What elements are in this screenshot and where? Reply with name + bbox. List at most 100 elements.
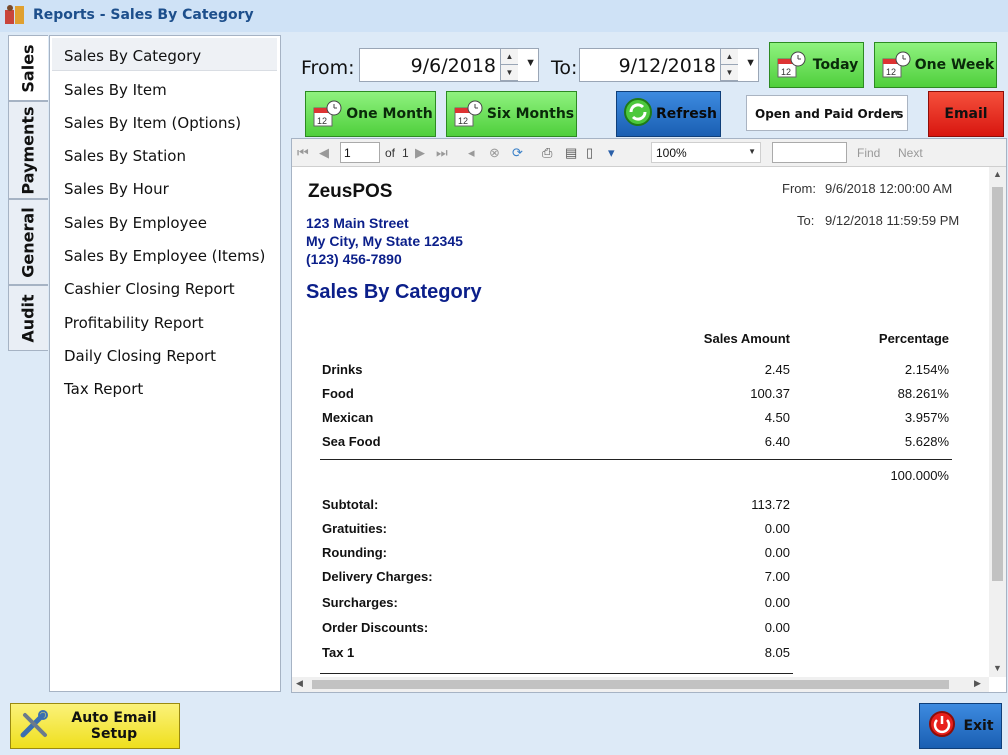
order-filter-value: Open and Paid Orders xyxy=(755,107,904,121)
page-number-value: 1 xyxy=(344,146,351,160)
sidebar-item-profitability[interactable]: Profitability Report xyxy=(64,314,204,332)
email-label: Email xyxy=(944,106,988,122)
exit-button[interactable]: Exit xyxy=(919,703,1002,749)
row-percent: 2.154% xyxy=(904,362,949,377)
report-to-value: 9/12/2018 11:59:59 PM xyxy=(825,213,960,228)
chevron-down-icon[interactable]: ▼ xyxy=(745,57,756,69)
next-link[interactable]: Next xyxy=(898,146,923,160)
find-link[interactable]: Find xyxy=(857,146,880,160)
sidebar-item-sales-by-category[interactable]: Sales By Category xyxy=(64,47,201,65)
six-months-label: Six Months xyxy=(486,106,575,122)
refresh-label: Refresh xyxy=(655,106,718,122)
auto-email-setup-label: Auto Email Setup xyxy=(71,710,157,742)
one-week-label: One Week xyxy=(914,57,995,73)
from-label: From: xyxy=(301,57,355,79)
report-toolbar: ⏮ ◀ 1 of 1 ▶ ⏭ ◂ ⊗ ⟳ ⎙ ▤ ▯ ▾ 100% ▼ Find… xyxy=(292,139,1006,167)
chevron-down-icon[interactable]: ▼ xyxy=(993,663,1002,673)
sidebar-item-sales-by-station[interactable]: Sales By Station xyxy=(64,147,186,165)
calendar-clock-icon: 12 xyxy=(881,51,913,79)
tab-label: Sales xyxy=(19,43,38,93)
six-months-button[interactable]: 12 Six Months xyxy=(446,91,577,137)
summary-value: 113.72 xyxy=(751,497,790,512)
tab-audit[interactable]: Audit xyxy=(8,285,48,351)
today-button[interactable]: 12 Today xyxy=(769,42,864,88)
from-date-value: 9/6/2018 xyxy=(410,55,496,77)
summary-value: 0.00 xyxy=(764,620,790,635)
calendar-clock-icon: 12 xyxy=(312,100,344,128)
tab-payments[interactable]: Payments xyxy=(8,101,48,199)
prev-page-icon[interactable]: ◀ xyxy=(319,145,329,161)
summary-value: 8.05 xyxy=(764,645,790,660)
one-month-button[interactable]: 12 One Month xyxy=(305,91,436,137)
sidebar-item-sales-by-item[interactable]: Sales By Item xyxy=(64,81,167,99)
sidebar-item-sales-by-employee-items[interactable]: Sales By Employee (Items) xyxy=(64,247,265,265)
chevron-down-icon: ▼ xyxy=(892,108,901,118)
first-page-icon[interactable]: ⏮ xyxy=(297,145,309,161)
scrollbar-thumb[interactable] xyxy=(992,187,1003,581)
row-percent: 88.261% xyxy=(897,386,949,401)
last-page-icon[interactable]: ⏭ xyxy=(436,145,448,161)
chevron-right-icon[interactable]: ▶ xyxy=(974,678,981,689)
chevron-down-icon[interactable]: ▼ xyxy=(525,57,536,69)
refresh-icon xyxy=(623,97,653,132)
row-amount: 4.50 xyxy=(764,410,790,425)
sidebar-item-sales-by-item-options[interactable]: Sales By Item (Options) xyxy=(64,114,241,132)
row-name: Food xyxy=(322,386,354,401)
row-percent: 5.628% xyxy=(904,434,949,449)
order-filter-select[interactable]: Open and Paid Orders ▼ xyxy=(746,95,908,131)
summary-label: Delivery Charges: xyxy=(322,569,433,584)
exit-label: Exit xyxy=(963,718,994,734)
summary-label: Tax 1 xyxy=(322,645,355,660)
from-date-spinner[interactable]: ▲ ▼ xyxy=(500,49,518,81)
tab-sales[interactable]: Sales xyxy=(8,35,48,101)
page-total: 1 xyxy=(402,146,409,160)
zoom-select[interactable]: 100% ▼ xyxy=(651,142,761,163)
horizontal-scrollbar[interactable]: ◀ ▶ xyxy=(292,677,989,692)
tools-icon xyxy=(19,709,49,744)
app-logo-icon xyxy=(4,4,26,26)
print-layout-icon[interactable]: ▯ xyxy=(586,145,593,161)
chevron-left-icon[interactable]: ◀ xyxy=(296,678,303,689)
chevron-up-icon[interactable]: ▲ xyxy=(993,169,1002,179)
back-icon[interactable]: ◂ xyxy=(468,145,475,161)
company-phone: (123) 456-7890 xyxy=(306,251,402,267)
sidebar-item-sales-by-hour[interactable]: Sales By Hour xyxy=(64,180,169,198)
scrollbar-thumb[interactable] xyxy=(312,680,949,689)
to-label: To: xyxy=(551,57,578,79)
from-date-picker[interactable]: 9/6/2018 ▲ ▼ ▼ xyxy=(359,48,539,82)
find-input[interactable] xyxy=(772,142,847,163)
vertical-scrollbar[interactable]: ▲ ▼ xyxy=(989,167,1006,677)
one-week-button[interactable]: 12 One Week xyxy=(874,42,997,88)
refresh-button[interactable]: Refresh xyxy=(616,91,721,137)
to-date-picker[interactable]: 9/12/2018 ▲ ▼ ▼ xyxy=(579,48,759,82)
sidebar-item-cashier-closing[interactable]: Cashier Closing Report xyxy=(64,280,235,298)
page-setup-icon[interactable]: ▤ xyxy=(565,145,577,161)
stop-icon[interactable]: ⊗ xyxy=(489,145,500,161)
auto-email-setup-button[interactable]: Auto Email Setup xyxy=(10,703,180,749)
zoom-value: 100% xyxy=(656,146,687,160)
report-from-value: 9/6/2018 12:00:00 AM xyxy=(825,181,953,196)
export-icon[interactable]: ▾ xyxy=(608,145,615,161)
page-number-input[interactable]: 1 xyxy=(340,142,380,163)
svg-text:12: 12 xyxy=(886,67,896,77)
next-page-icon[interactable]: ▶ xyxy=(415,145,425,161)
today-label: Today xyxy=(812,57,859,73)
sidebar-item-tax-report[interactable]: Tax Report xyxy=(64,380,143,398)
company-address2: My City, My State 12345 xyxy=(306,233,463,249)
print-icon[interactable]: ⎙ xyxy=(542,145,552,161)
row-amount: 2.45 xyxy=(764,362,790,377)
refresh-icon[interactable]: ⟳ xyxy=(512,145,523,161)
sidebar-item-sales-by-employee[interactable]: Sales By Employee xyxy=(64,214,207,232)
report-to-label: To: xyxy=(797,213,815,228)
email-button[interactable]: Email xyxy=(928,91,1004,137)
calendar-clock-icon: 12 xyxy=(776,51,808,79)
sidebar-item-daily-closing[interactable]: Daily Closing Report xyxy=(64,347,216,365)
svg-text:12: 12 xyxy=(458,116,468,126)
row-name: Sea Food xyxy=(322,434,381,449)
summary-value: 0.00 xyxy=(764,545,790,560)
page-of-label: of xyxy=(385,146,396,160)
to-date-spinner[interactable]: ▲ ▼ xyxy=(720,49,738,81)
summary-label: Subtotal: xyxy=(322,497,379,512)
tab-general[interactable]: General xyxy=(8,199,48,285)
total-percent: 100.000% xyxy=(890,468,949,483)
